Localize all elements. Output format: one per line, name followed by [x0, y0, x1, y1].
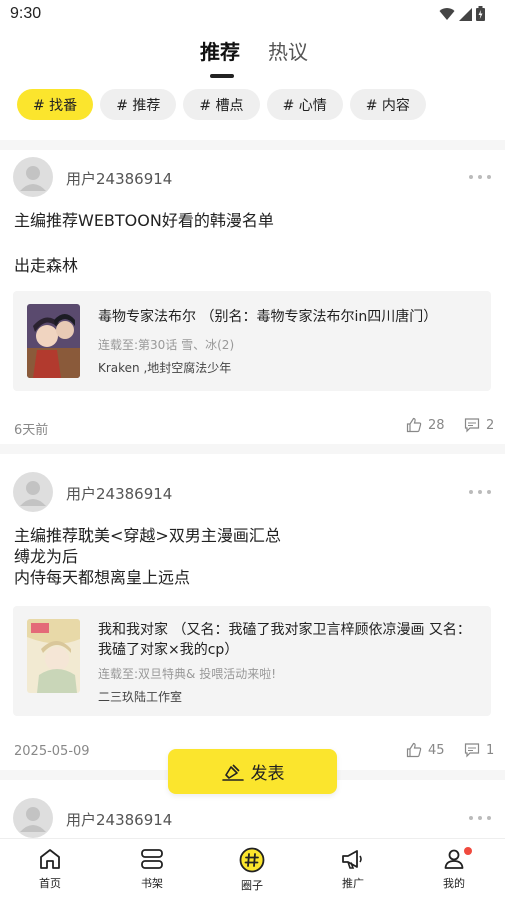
like-button[interactable]: 28 — [406, 417, 445, 433]
comment-count: 1 — [486, 742, 495, 758]
post-text-line: 主编推荐WEBTOON好看的韩漫名单 — [14, 211, 274, 230]
avatar[interactable] — [13, 798, 53, 838]
username[interactable]: 用户24386914 — [66, 168, 172, 189]
more-options-icon[interactable] — [469, 811, 491, 825]
comment-button[interactable]: 2 — [464, 417, 494, 433]
status-bar: 9:30 — [0, 0, 505, 30]
circle-hash-icon — [239, 847, 265, 873]
comment-icon — [464, 743, 480, 758]
like-button[interactable]: 45 — [406, 742, 445, 758]
status-time: 9:30 — [10, 5, 42, 22]
profile-icon — [444, 849, 464, 869]
comic-title: 我和我对家 （又名：我磕了我对家卫言梓顾依凉漫画 又名：我磕了对家×我的cp） — [98, 622, 471, 658]
bookshelf-icon — [141, 849, 163, 869]
tab-hot[interactable]: 热议 — [268, 36, 308, 65]
nav-profile-label: 我的 — [443, 877, 465, 890]
post-text-line: 出走森林 — [14, 256, 79, 275]
comic-author: 二三玖陆工作室 — [98, 690, 183, 704]
signal-icon — [459, 7, 472, 21]
nav-home-label: 首页 — [39, 877, 61, 890]
notification-dot — [464, 847, 472, 855]
more-options-icon[interactable] — [469, 485, 491, 499]
post-text-line: 主编推荐耽美<穿越>双男主漫画汇总 — [14, 526, 281, 545]
tag-bar: # 找番 # 推荐 # 槽点 # 心情 # 内容 — [17, 89, 426, 120]
publish-label: 发表 — [250, 764, 285, 784]
home-icon — [40, 849, 60, 869]
tag-content[interactable]: # 内容 — [349, 89, 426, 120]
comic-cover-image — [27, 619, 80, 693]
tag-mood[interactable]: # 心情 — [266, 89, 343, 120]
post-text-line: 缚龙为后 — [14, 547, 79, 566]
wifi-icon — [439, 7, 455, 20]
comic-cover-image — [27, 304, 80, 378]
tag-recommend[interactable]: # 推荐 — [100, 89, 177, 120]
tab-underline — [210, 74, 234, 78]
megaphone-icon — [342, 850, 362, 869]
like-count: 28 — [428, 417, 445, 433]
nav-home[interactable]: 首页 — [20, 847, 80, 891]
battery-icon — [476, 6, 485, 21]
publish-button[interactable]: 发表 — [168, 749, 337, 794]
comic-title: 毒物专家法布尔 （别名：毒物专家法布尔in四川唐门） — [98, 309, 438, 325]
comic-card[interactable]: 毒物专家法布尔 （别名：毒物专家法布尔in四川唐门） 连载至:第30话 雪、冰(… — [13, 291, 491, 391]
comment-icon — [464, 418, 480, 433]
comic-progress: 连载至:第30话 雪、冰(2) — [98, 338, 235, 352]
tag-complaint[interactable]: # 槽点 — [183, 89, 260, 120]
comment-count: 2 — [486, 417, 495, 433]
nav-promote-label: 推广 — [342, 877, 364, 890]
nav-bookshelf-label: 书架 — [141, 877, 163, 890]
like-count: 45 — [428, 742, 445, 758]
write-icon — [221, 763, 244, 781]
nav-bookshelf[interactable]: 书架 — [122, 847, 182, 891]
tab-recommend[interactable]: 推荐 — [200, 36, 240, 65]
nav-circle-label: 圈子 — [241, 879, 263, 892]
nav-profile[interactable]: 我的 — [424, 847, 484, 891]
avatar[interactable] — [13, 472, 53, 512]
comment-button[interactable]: 1 — [464, 742, 494, 758]
post-text-line: 内侍每天都想离皇上远点 — [14, 568, 191, 587]
avatar[interactable] — [13, 157, 53, 197]
username[interactable]: 用户24386914 — [66, 809, 172, 830]
post-time: 6天前 — [14, 423, 49, 438]
divider — [0, 140, 505, 150]
status-icons — [439, 6, 485, 21]
tag-find[interactable]: # 找番 — [17, 89, 94, 120]
divider — [0, 444, 505, 454]
post-time: 2025-05-09 — [14, 744, 90, 759]
more-options-icon[interactable] — [469, 170, 491, 184]
username[interactable]: 用户24386914 — [66, 483, 172, 504]
thumbs-up-icon — [406, 417, 422, 433]
comic-author: Kraken ,地封空腐法少年 — [98, 361, 232, 375]
comic-progress: 连载至:双旦特典& 投喂活动来啦! — [98, 667, 277, 681]
comic-card[interactable]: 我和我对家 （又名：我磕了我对家卫言梓顾依凉漫画 又名：我磕了对家×我的cp） … — [13, 606, 491, 716]
thumbs-up-icon — [406, 742, 422, 758]
bottom-nav: 首页 书架 圈子 推广 我的 — [0, 838, 505, 898]
top-tabs: 推荐 热议 — [0, 36, 505, 80]
nav-promote[interactable]: 推广 — [323, 847, 383, 891]
nav-circle[interactable]: 圈子 — [222, 847, 282, 893]
